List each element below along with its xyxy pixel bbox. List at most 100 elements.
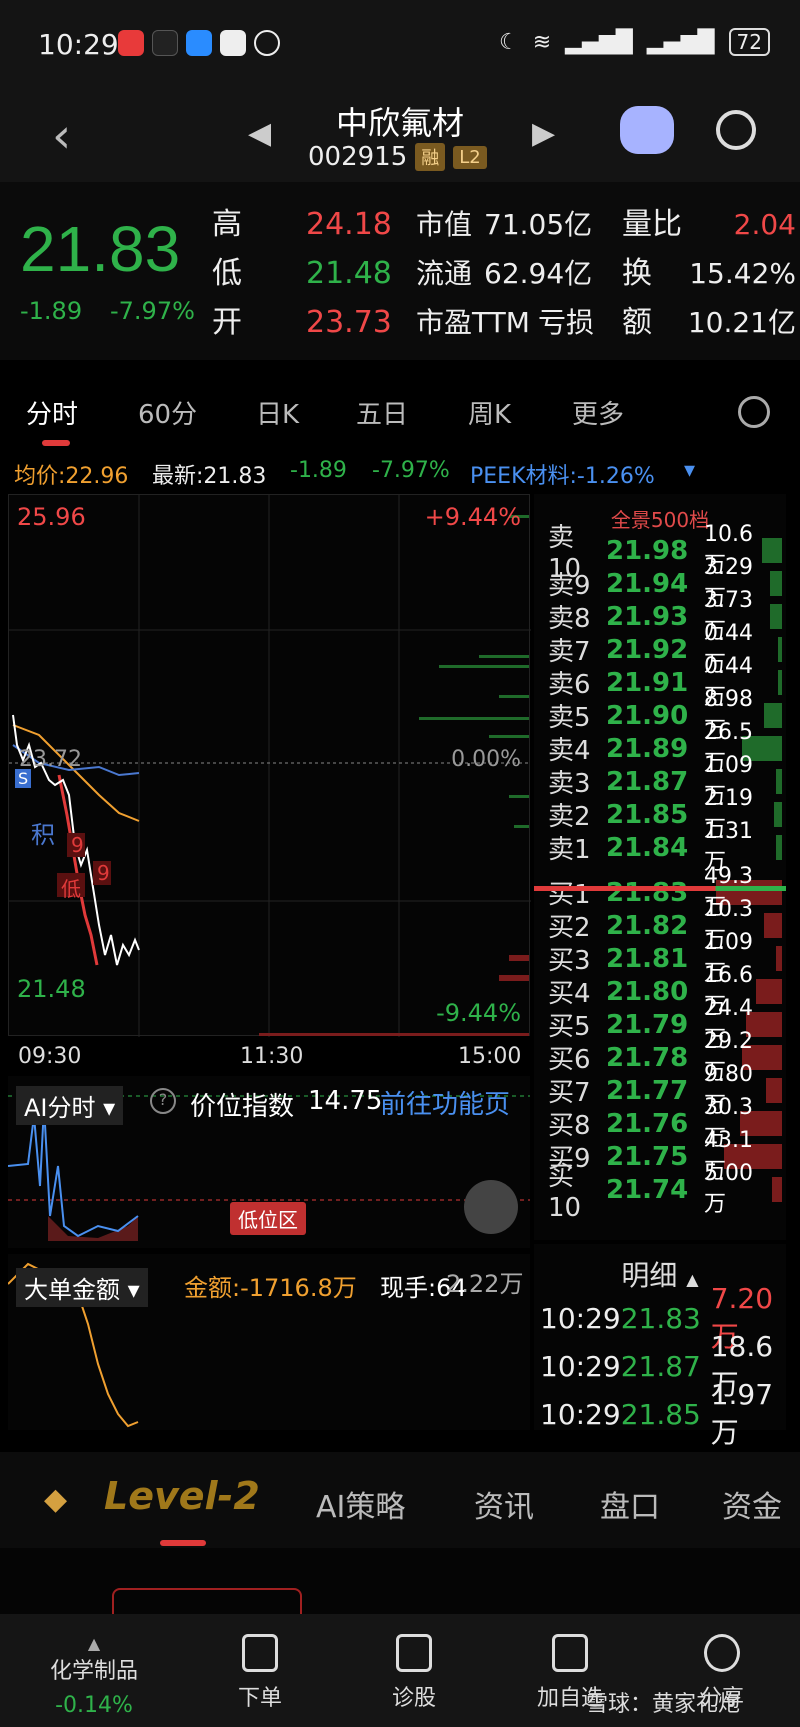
value-turnover: 15.42% — [689, 257, 796, 290]
info-change: -1.89 — [290, 458, 347, 483]
big-order-selector[interactable]: 大单金额 ▾ — [16, 1268, 148, 1307]
tab-ai-strategy[interactable]: AI策略 — [316, 1482, 405, 1526]
price-line-red — [57, 774, 99, 966]
function-page-link[interactable]: 前往功能页 — [380, 1084, 510, 1121]
ask-label: 卖6 — [548, 670, 591, 700]
intraday-info-bar: 均价:22.96 最新:21.83 -1.89 -7.97% PEEK材料:-1… — [0, 458, 800, 490]
trade-time: 10:29 — [540, 1397, 621, 1431]
value-low: 21.48 — [306, 256, 392, 291]
sector-link[interactable]: PEEK材料:-1.26% — [470, 458, 655, 490]
price-change: -1.89 — [20, 297, 83, 325]
bid-label: 买6 — [548, 1045, 591, 1075]
value-vol-ratio: 2.04 — [733, 208, 796, 241]
fullscreen-icon[interactable] — [464, 1180, 518, 1234]
stock-code: 002915 — [308, 142, 408, 172]
bid-price: 21.74 — [606, 1174, 689, 1205]
trade-detail-panel[interactable]: 明细 ▲ 10:29 21.83 7.20万 10:29 21.87 18.6万 10:29… — [534, 1244, 786, 1449]
tab-weekly[interactable]: 周K — [468, 394, 511, 431]
ask-volume-bar — [776, 835, 782, 860]
ask-price: 21.93 — [606, 601, 689, 632]
avg-price-line — [12, 724, 140, 822]
order-button[interactable]: 下单 — [230, 1634, 290, 1712]
bid-list: 买1 21.83 49.3万 买2 21.82 10.3万 买3 21.81 1.09万 买4 21… — [534, 864, 786, 1223]
big-order-extra: 2.22万 — [446, 1270, 524, 1298]
ask-price: 21.92 — [606, 634, 689, 665]
help-icon[interactable]: ? — [150, 1088, 176, 1114]
next-stock-icon[interactable]: ▶ — [532, 116, 555, 151]
ask-row[interactable]: 卖1 21.84 1.31万 — [534, 819, 786, 875]
bid-price: 21.82 — [606, 910, 689, 941]
ask-price: 21.91 — [606, 667, 689, 698]
settings-icon[interactable] — [738, 396, 770, 428]
label-vol-ratio: 量比 — [622, 207, 682, 242]
bid-label: 买4 — [548, 979, 591, 1009]
bid-label: 买1 — [548, 880, 591, 910]
signal-9b-marker: 9 — [97, 861, 110, 885]
diagnose-button[interactable]: 诊股 — [384, 1634, 444, 1712]
search-icon[interactable] — [716, 110, 756, 150]
ai-robot-icon[interactable] — [620, 106, 674, 154]
big-order-amount: 金额:-1716.8万 — [184, 1274, 357, 1302]
collapse-up-icon: ▲ — [87, 1634, 101, 1653]
ask-label: 卖3 — [548, 769, 591, 799]
sector-dropdown-icon[interactable]: ▾ — [684, 458, 695, 483]
wealth-icon — [220, 30, 246, 56]
bottom-tab-indicator — [160, 1540, 206, 1546]
trade-volume: 1.97万 — [710, 1377, 774, 1449]
quote-col-2: 24.18 21.48 23.73 — [306, 200, 392, 347]
wifi-icon: ≋ — [532, 29, 552, 55]
bid-label: 买3 — [548, 946, 591, 976]
chart-high-label: 25.96 — [17, 503, 86, 531]
order-book[interactable]: 全景500档 卖10 21.98 10.6万 卖9 21.94 3.29万 卖8 21.93 3… — [534, 494, 786, 1240]
tab-60min[interactable]: 60分 — [138, 394, 197, 431]
add-icon — [552, 1634, 588, 1672]
tab-more[interactable]: 更多 — [572, 394, 624, 431]
big-order-panel: 大单金额 ▾ 金额:-1716.8万 现手:64 2.22万 — [8, 1254, 530, 1430]
sector-name: 化学制品 — [49, 1659, 138, 1684]
trade-time: 10:29 — [540, 1301, 621, 1335]
stock-name: 中欣氟材 — [335, 104, 464, 142]
diagnose-label: 诊股 — [391, 1686, 436, 1711]
sell-signal-marker: S — [15, 769, 32, 788]
bid-label: 买8 — [548, 1111, 591, 1141]
status-time: 10:29 — [38, 28, 119, 61]
bid-price: 21.77 — [606, 1075, 689, 1106]
price-change-pct: -7.97% — [110, 297, 195, 325]
bid-vol: 5.00万 — [704, 1161, 753, 1217]
bid-row[interactable]: 买10 21.74 5.00万 — [534, 1161, 786, 1223]
bottom-nav: ▲ 化学制品 -0.14% 下单 诊股 加自选 分享 雪球：黄家礼炮 — [0, 1614, 800, 1727]
share-icon — [704, 1634, 740, 1672]
bid-label: 买7 — [548, 1078, 591, 1108]
quote-panel: 21.83 -1.89 -7.97% 高 低 开 24.18 21.48 23.… — [0, 182, 800, 360]
ask-price: 21.98 — [606, 535, 689, 566]
tab-orderbook[interactable]: 盘口 — [600, 1482, 660, 1526]
tab-daily[interactable]: 日K — [256, 394, 299, 431]
ask-price: 21.94 — [606, 568, 689, 599]
bottom-feature-tabs: ◆ Level-2 AI策略 资讯 盘口 资金 — [0, 1452, 800, 1548]
tab-intraday[interactable]: 分时 — [26, 394, 78, 431]
quote-col-6: 2.04 15.42% 10.21亿 — [684, 200, 796, 347]
battery-icon: 72 — [728, 28, 770, 56]
tab-news[interactable]: 资讯 — [474, 1482, 534, 1526]
status-right: ☾ ≋ ▂▄▆█ ▂▄▆█ 72 — [499, 28, 770, 56]
tab-capital[interactable]: 资金 — [722, 1482, 782, 1526]
sector-info[interactable]: ▲ 化学制品 -0.14% — [34, 1634, 154, 1718]
stock-app-icon — [118, 30, 144, 56]
ai-selector[interactable]: AI分时 ▾ — [16, 1086, 124, 1125]
bid-price: 21.76 — [606, 1108, 689, 1139]
quote-col-1: 高 低 开 — [212, 200, 242, 347]
bid-label: 买2 — [548, 913, 591, 943]
order-label: 下单 — [237, 1686, 282, 1711]
watermark: 雪球：黄家礼炮 — [586, 1692, 741, 1717]
notification-icons — [118, 30, 280, 56]
ask-label: 卖9 — [548, 571, 591, 601]
tab-5day[interactable]: 五日 — [356, 394, 408, 431]
signal-9-marker: 9 — [71, 833, 84, 857]
tab-level2[interactable]: Level-2 — [104, 1474, 260, 1518]
trade-time: 10:29 — [540, 1349, 621, 1383]
stock-header: ‹ ◀ 中欣氟材 002915 融 L2 ▶ — [0, 90, 800, 182]
chart-low-label: 21.48 — [17, 975, 86, 1003]
label-low: 低 — [212, 256, 242, 291]
intraday-chart[interactable]: 25.96 21.48 23.72 +9.44% 0.00% -9.44% S … — [8, 494, 531, 1037]
signal-icon-2: ▂▄▆█ — [646, 29, 715, 55]
